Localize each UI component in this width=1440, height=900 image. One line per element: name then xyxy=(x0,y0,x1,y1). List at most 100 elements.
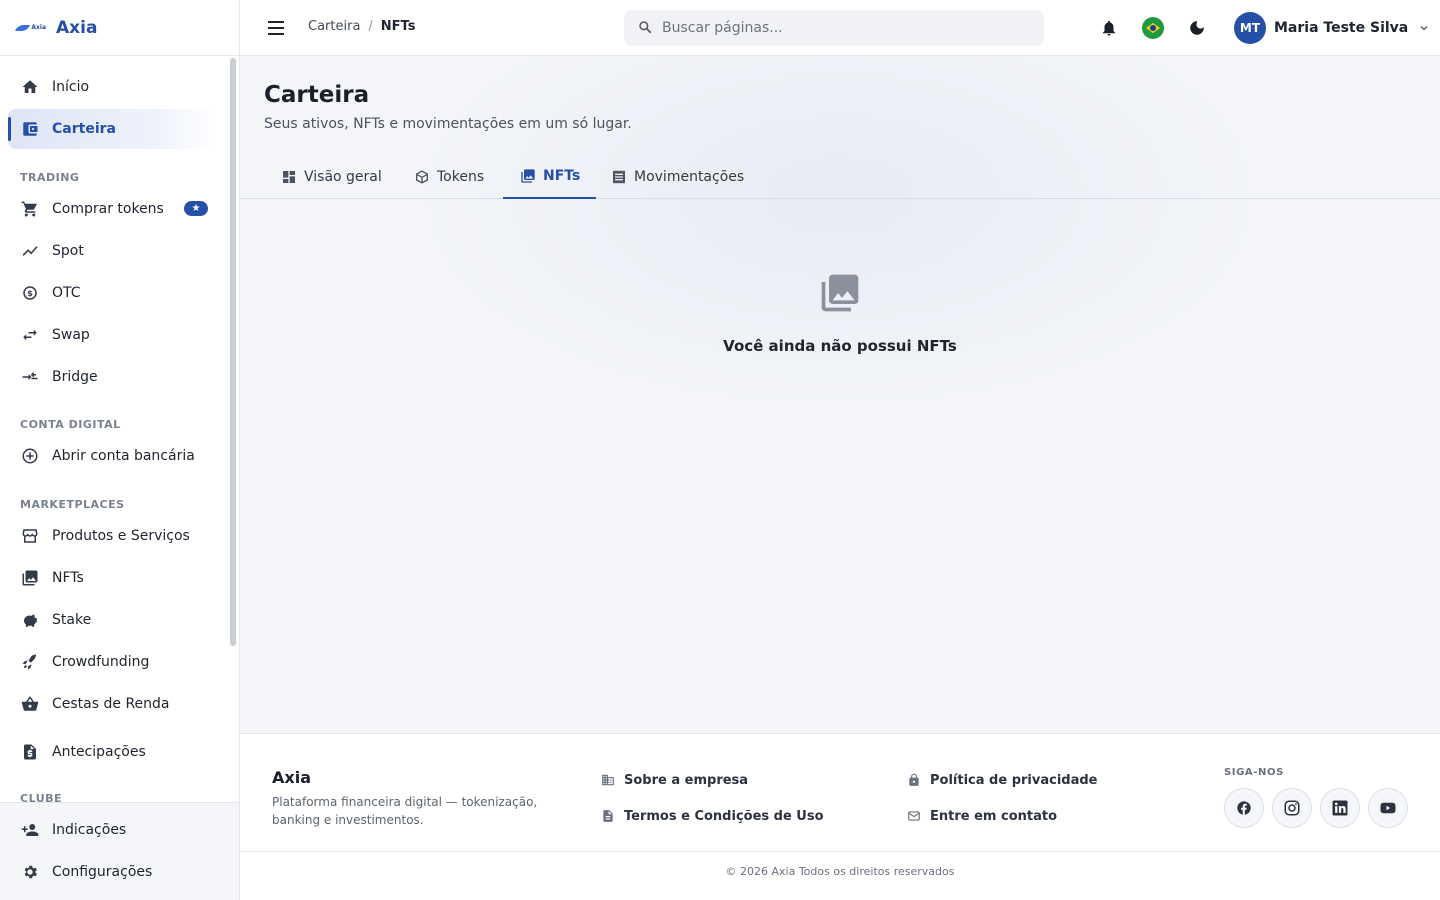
sidebar: Axia Axia Início Carteira TRADING Compra… xyxy=(0,0,240,900)
section-label-marketplaces: MARKETPLACES xyxy=(20,498,125,511)
sidebar-item-label: Stake xyxy=(52,612,92,628)
lock-icon xyxy=(906,772,922,788)
footer-link-termos[interactable]: Termos e Condições de Uso xyxy=(600,808,824,824)
add-circle-icon xyxy=(20,446,40,466)
user-menu[interactable]: MT Maria Teste Silva xyxy=(1234,12,1430,44)
sidebar-item-indicacoes[interactable]: Indicações xyxy=(8,810,216,850)
svg-text:$: $ xyxy=(27,288,33,298)
collections-icon xyxy=(20,568,40,588)
gear-icon xyxy=(20,862,40,882)
instagram-icon[interactable] xyxy=(1272,788,1312,828)
basket-icon xyxy=(20,694,40,714)
footer-link-label: Termos e Condições de Uso xyxy=(624,808,824,824)
bridge-icon xyxy=(20,367,40,387)
tab-visao-geral[interactable]: Visão geral xyxy=(264,154,398,199)
brand-logo-icon: Axia xyxy=(14,24,46,31)
sidebar-item-spot[interactable]: Spot xyxy=(8,231,216,271)
bell-icon[interactable] xyxy=(1097,16,1121,40)
sidebar-item-configuracoes[interactable]: Configurações xyxy=(8,852,216,892)
sidebar-item-label: Bridge xyxy=(52,369,98,385)
sidebar-item-nfts[interactable]: NFTs xyxy=(8,558,216,598)
page-title: Carteira xyxy=(264,82,370,108)
breadcrumb-parent[interactable]: Carteira xyxy=(308,19,360,34)
topbar: Carteira / NFTs MT Maria Teste Silva xyxy=(240,0,1440,56)
sidebar-item-label: NFTs xyxy=(52,570,84,586)
section-label-conta-digital: CONTA DIGITAL xyxy=(20,418,121,431)
footer-link-privacidade[interactable]: Política de privacidade xyxy=(906,772,1097,788)
sidebar-item-swap[interactable]: Swap xyxy=(8,315,216,355)
breadcrumb-current: NFTs xyxy=(380,19,416,34)
footer-description: Plataforma financeira digital — tokeniza… xyxy=(272,795,538,827)
sidebar-item-label: OTC xyxy=(52,285,81,301)
linkedin-icon[interactable] xyxy=(1320,788,1360,828)
store-icon xyxy=(20,526,40,546)
sidebar-bottom: Indicações Configurações xyxy=(0,802,239,900)
sidebar-item-label: Configurações xyxy=(52,864,153,880)
sidebar-item-bridge[interactable]: Bridge xyxy=(8,357,216,397)
facebook-icon[interactable] xyxy=(1224,788,1264,828)
sidebar-item-produtos-servicos[interactable]: Produtos e Serviços xyxy=(8,516,216,556)
tab-nfts[interactable]: NFTs xyxy=(503,154,597,199)
footer-link-label: Sobre a empresa xyxy=(624,772,749,788)
dark-mode-moon-icon[interactable] xyxy=(1185,16,1209,40)
search-icon xyxy=(638,19,652,38)
sidebar-nav: Início Carteira TRADING Comprar tokens ★… xyxy=(0,57,228,802)
sidebar-item-label: Spot xyxy=(52,243,84,259)
tab-label: Movimentações xyxy=(634,168,745,185)
tab-label: Visão geral xyxy=(304,168,382,185)
footer-brand: Axia xyxy=(272,768,311,787)
sidebar-item-crowdfunding[interactable]: Crowdfunding xyxy=(8,642,216,682)
collections-icon xyxy=(818,271,862,315)
sidebar-item-abrir-conta[interactable]: Abrir conta bancária xyxy=(8,436,216,476)
user-name: Maria Teste Silva xyxy=(1274,20,1409,36)
tab-movimentacoes[interactable]: Movimentações xyxy=(594,154,760,199)
search-box[interactable] xyxy=(624,10,1044,46)
sidebar-scrollbar[interactable] xyxy=(230,58,236,646)
cart-icon xyxy=(20,199,40,219)
request-quote-icon xyxy=(20,742,40,762)
footer-link-sobre[interactable]: Sobre a empresa xyxy=(600,772,748,788)
brand-name: Axia xyxy=(56,17,98,38)
section-label-trading: TRADING xyxy=(20,171,80,184)
page-subtitle: Seus ativos, NFTs e movimentações em um … xyxy=(264,116,632,132)
swap-icon xyxy=(20,325,40,345)
sidebar-item-cestas-de-renda[interactable]: Cestas de Renda xyxy=(8,684,216,724)
sidebar-item-otc[interactable]: $ OTC xyxy=(8,273,216,313)
dashboard-icon xyxy=(280,168,298,186)
receipt-icon xyxy=(610,168,628,186)
avatar: MT xyxy=(1234,12,1266,44)
collections-icon xyxy=(519,167,537,185)
wallet-icon xyxy=(20,119,40,139)
menu-icon[interactable] xyxy=(264,16,288,40)
footer-link-label: Política de privacidade xyxy=(930,772,1098,788)
search-input[interactable] xyxy=(662,20,1022,36)
sidebar-item-label: Início xyxy=(52,79,90,95)
sidebar-item-inicio[interactable]: Início xyxy=(8,67,216,107)
language-flag-brazil-icon[interactable] xyxy=(1141,16,1165,40)
trend-icon xyxy=(20,241,40,261)
footer-link-contato[interactable]: Entre em contato xyxy=(906,808,1057,824)
sidebar-item-comprar-tokens[interactable]: Comprar tokens ★ xyxy=(8,189,216,229)
sidebar-item-label: Produtos e Serviços xyxy=(52,528,190,544)
youtube-icon[interactable] xyxy=(1368,788,1408,828)
footer: Axia Plataforma financeira digital — tok… xyxy=(240,733,1440,900)
sidebar-item-label: Abrir conta bancária xyxy=(52,448,195,464)
home-icon xyxy=(20,77,40,97)
building-icon xyxy=(600,772,616,788)
brand[interactable]: Axia Axia xyxy=(0,0,239,56)
empty-state-text: Você ainda não possui NFTs xyxy=(723,337,957,355)
star-badge: ★ xyxy=(184,201,208,216)
sidebar-item-label: Cestas de Renda xyxy=(52,696,170,712)
breadcrumb: Carteira / NFTs xyxy=(308,19,415,34)
sidebar-item-carteira[interactable]: Carteira xyxy=(8,109,216,149)
sidebar-item-stake[interactable]: Stake xyxy=(8,600,216,640)
footer-divider xyxy=(240,851,1440,852)
follow-us-label: SIGA-NOS xyxy=(1224,767,1284,778)
person-add-icon xyxy=(20,820,40,840)
token-icon xyxy=(413,168,431,186)
breadcrumb-separator: / xyxy=(368,19,373,34)
tab-tokens[interactable]: Tokens xyxy=(397,154,500,199)
piggy-bank-icon xyxy=(20,610,40,630)
sidebar-item-antecipacoes[interactable]: Antecipações xyxy=(8,732,216,772)
main-content: Carteira Seus ativos, NFTs e movimentaçõ… xyxy=(240,56,1440,733)
